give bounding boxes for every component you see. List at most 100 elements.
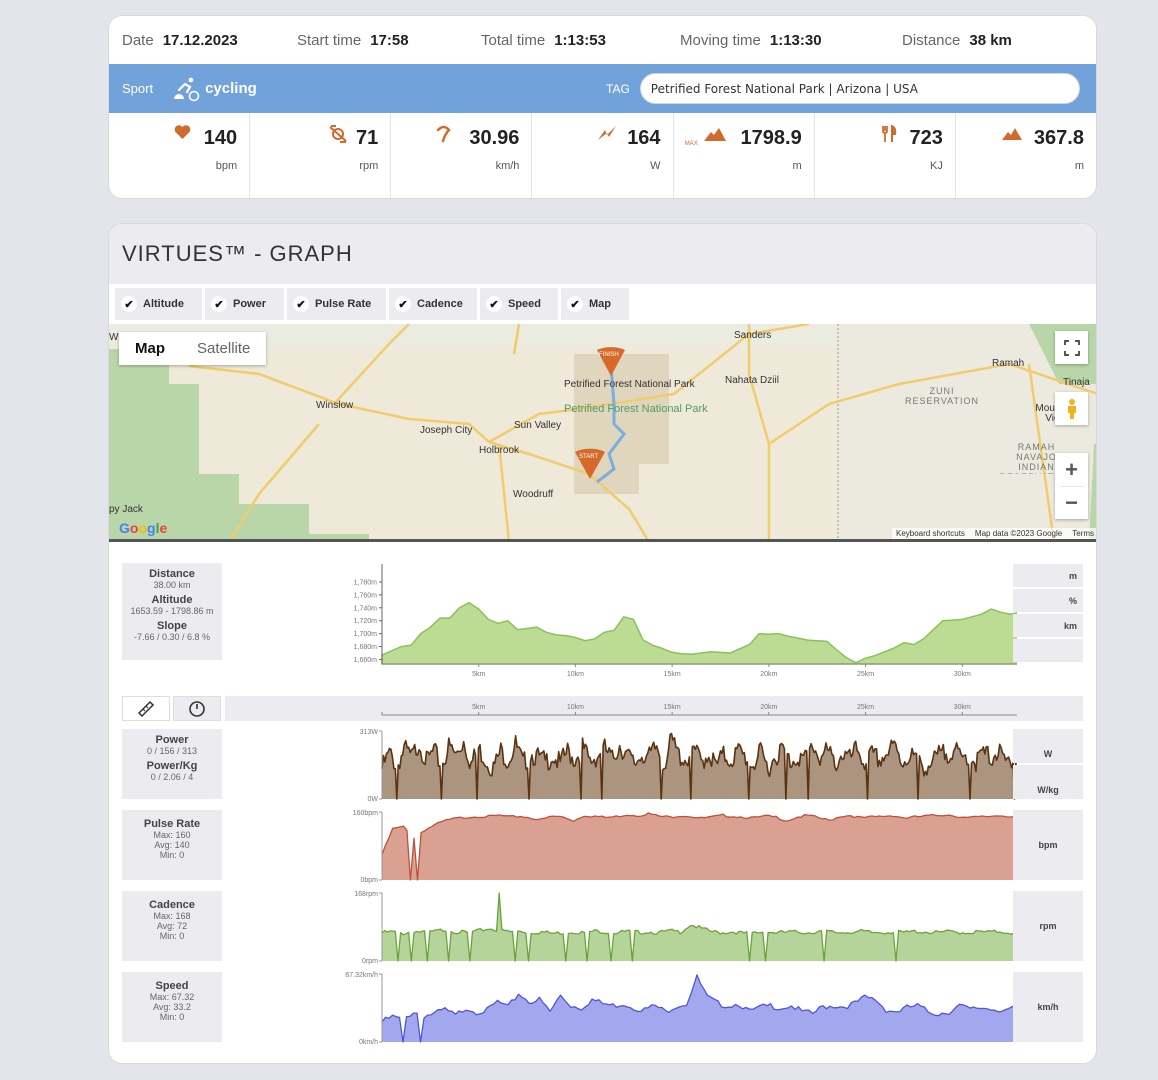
metric-unit: KJ: [930, 160, 943, 172]
distance-label: Distance: [902, 31, 961, 49]
date-value: 17.12.2023: [162, 31, 238, 49]
moving-time-item: Moving time 1:13:30: [680, 32, 902, 49]
power-unit-wkg[interactable]: W/kg: [1013, 765, 1083, 799]
metric-value: 367.8: [1033, 127, 1084, 149]
metric-value: 140: [203, 127, 238, 149]
ruler-icon: [137, 700, 155, 717]
toggle-pulse-rate[interactable]: ✔ Pulse Rate: [287, 288, 386, 320]
speed-label: Speed: [155, 980, 189, 992]
total-time-value: 1:13:53: [554, 31, 606, 49]
altitude-unit-percent[interactable]: %: [1013, 589, 1083, 612]
checkbox-check-icon[interactable]: ✔: [395, 296, 411, 312]
zoom-in-button[interactable]: +: [1065, 453, 1078, 486]
metric-unit: m: [792, 160, 802, 172]
map-attribution: Keyboard shortcuts Map data ©2023 Google…: [891, 528, 1096, 539]
sport-bar: Sport cycling TAG: [109, 64, 1096, 113]
speed-area: [382, 974, 1017, 1042]
summary-row: Date 17.12.2023 Start time 17:58 Total tim…: [109, 16, 1096, 64]
route-map[interactable]: FINISH START Sanders Nahata Dziil Ramah …: [109, 324, 1096, 542]
toggle-speed[interactable]: ✔ Speed: [480, 288, 558, 320]
toggle-altitude[interactable]: ✔ Altitude: [115, 288, 202, 320]
metric-unit: W: [650, 160, 661, 172]
metric-energy: 723 KJ: [815, 113, 956, 198]
y-min-label: 0km/h: [359, 1039, 378, 1046]
power-kg-label: Power/Kg: [146, 760, 198, 772]
metric-speed: 30.96 km/h: [391, 113, 533, 198]
date-label: Date: [122, 31, 154, 49]
checkbox-check-icon[interactable]: ✔: [211, 296, 227, 312]
metric-cadence: 71 rpm: [250, 113, 392, 198]
cadence-avg: Avg: 72: [156, 921, 188, 931]
stopwatch-button[interactable]: [173, 696, 221, 721]
metric-elevation-gain: 367.8 m: [956, 113, 1096, 198]
place-label: Tinaja: [1063, 377, 1090, 388]
metric-unit: bpm: [215, 160, 238, 172]
tag-input[interactable]: [639, 73, 1080, 104]
x-tick-label: 15km: [664, 671, 681, 678]
graph-toggles: ✔ Altitude ✔ Power ✔ Pulse Rate ✔ Cadence ✔ S…: [109, 284, 1096, 324]
terms-link[interactable]: Terms: [1072, 529, 1094, 538]
pulse-info-box: Pulse Rate Max: 160 Avg: 140 Min: 0: [122, 810, 222, 880]
altitude-unit-empty[interactable]: [1013, 639, 1083, 662]
street-view-button[interactable]: [1055, 392, 1088, 425]
cadence-unit[interactable]: rpm: [1013, 891, 1083, 961]
place-label: Sanders: [734, 330, 772, 341]
power-chart[interactable]: 313W 0W: [227, 727, 1017, 803]
power-info-box: Power 0 / 156 / 313 Power/Kg 0 / 2.06 / …: [122, 729, 222, 799]
toggle-label: Map: [589, 298, 611, 310]
x-tick-label: 15km: [664, 704, 681, 711]
metrics-row: 140 bpm 71 rpm 30.96 km/h 164 W MAX 1798…: [109, 113, 1096, 198]
checkbox-check-icon[interactable]: ✔: [567, 296, 583, 312]
y-max-label: 160bpm: [353, 810, 378, 817]
altitude-stat-value: 1653.59 - 1798.86 m: [130, 606, 214, 616]
y-min-label: 0bpm: [360, 877, 378, 884]
cadence-chart[interactable]: 168rpm 0rpm: [227, 889, 1017, 965]
altitude-unit-km[interactable]: km: [1013, 614, 1083, 637]
toggle-label: Speed: [508, 298, 542, 310]
pulse-unit[interactable]: bpm: [1013, 810, 1083, 880]
distance-stat-value: 38.00 km: [153, 580, 191, 590]
distance-stat-label: Distance: [149, 568, 195, 580]
checkbox-check-icon[interactable]: ✔: [486, 296, 502, 312]
fork-knife-icon: [881, 125, 897, 142]
metric-heart-rate: 140 bpm: [109, 113, 251, 198]
altitude-chart[interactable]: 1,660m 1,680m 1,700m 1,720m 1,740m 1,760m 1,78…: [227, 559, 1017, 684]
toggle-map[interactable]: ✔ Map: [561, 288, 629, 320]
metric-value: 164: [627, 127, 661, 149]
speed-chart[interactable]: 67.32km/h 0km/h: [227, 970, 1017, 1046]
pulse-area: [382, 812, 1017, 880]
y-max-label: 313W: [360, 729, 379, 736]
fullscreen-button[interactable]: [1055, 331, 1088, 364]
checkbox-check-icon[interactable]: ✔: [121, 296, 137, 312]
metric-value: 71: [356, 127, 379, 149]
pulse-rate-chart[interactable]: 160bpm 0bpm: [227, 808, 1017, 884]
max-prefix: MAX: [684, 141, 698, 147]
map-tab-map[interactable]: Map: [119, 332, 181, 365]
virtues-graph-card: VIRTUES™ - GRAPH ✔ Altitude ✔ Power ✔ Pulse…: [108, 223, 1097, 1064]
toggle-power[interactable]: ✔ Power: [205, 288, 284, 320]
distance-value: 38 km: [969, 31, 1012, 49]
toggle-cadence[interactable]: ✔ Cadence: [389, 288, 477, 320]
speed-info-box: Speed Max: 67.32 Avg: 33.2 Min: 0: [122, 972, 222, 1042]
elevation-gain-icon: [1001, 128, 1022, 140]
ruler-button[interactable]: [122, 696, 170, 721]
map-tab-satellite[interactable]: Satellite: [181, 332, 266, 365]
keyboard-shortcuts-link[interactable]: Keyboard shortcuts: [896, 529, 965, 538]
altitude-stat-label: Altitude: [151, 594, 193, 606]
start-marker-label: START: [579, 454, 599, 460]
checkbox-check-icon[interactable]: ✔: [293, 296, 309, 312]
stopwatch-icon: [189, 700, 205, 717]
metric-value: 30.96: [469, 127, 520, 149]
tag-label: TAG: [606, 81, 630, 96]
zoom-out-button[interactable]: −: [1059, 486, 1084, 519]
altitude-info-box: Distance 38.00 km Altitude 1653.59 - 179…: [122, 563, 222, 660]
altitude-unit-m[interactable]: m: [1013, 564, 1083, 587]
power-unit-w[interactable]: W: [1013, 729, 1083, 763]
slope-stat-value: -7.66 / 0.30 / 6.8 %: [133, 632, 211, 642]
speed-unit[interactable]: km/h: [1013, 972, 1083, 1042]
activity-summary-card: Date 17.12.2023 Start time 17:58 Total tim…: [108, 15, 1097, 199]
y-min-label: 0rpm: [362, 958, 378, 965]
toggle-label: Cadence: [417, 298, 463, 310]
place-label: Ramah: [992, 358, 1025, 369]
y-tick-label: 1,780m: [354, 579, 378, 586]
